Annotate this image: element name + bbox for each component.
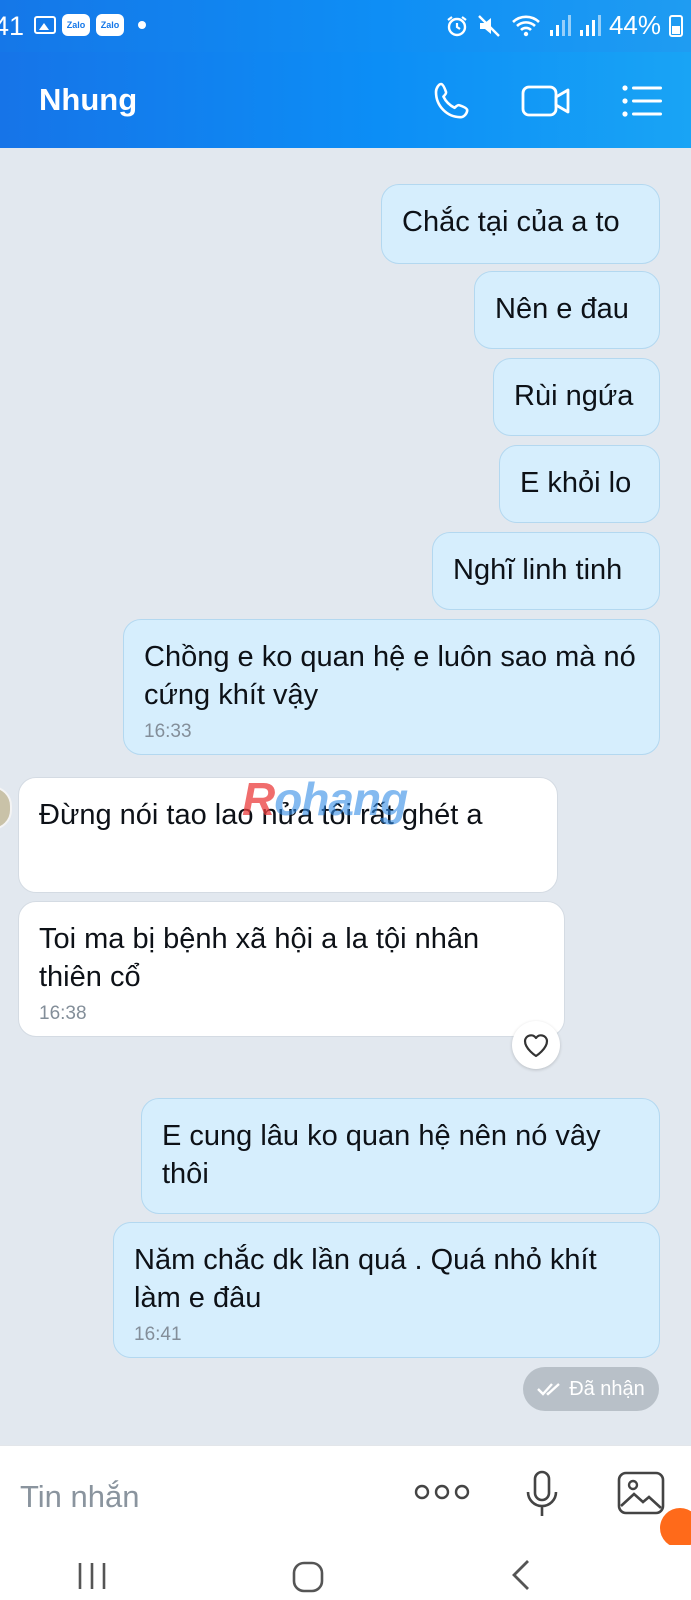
message-bubble-outgoing[interactable]: Nên e đau — [474, 271, 660, 349]
gallery-icon — [34, 16, 56, 34]
image-icon[interactable] — [616, 1470, 666, 1516]
back-icon[interactable] — [508, 1553, 536, 1593]
dot-icon — [138, 21, 146, 29]
message-text: Nghĩ linh tinh — [453, 554, 623, 586]
message-bubble-outgoing[interactable]: Rùi ngứa — [493, 358, 660, 436]
message-text: Năm chắc dk lần quá . Quá nhỏ khít làm e… — [134, 1244, 597, 1314]
system-navigation-bar — [0, 1545, 691, 1600]
message-bubble-incoming[interactable]: Toi ma bị bệnh xã hội a la tội nhân thiê… — [18, 901, 565, 1037]
heart-icon — [523, 1034, 549, 1058]
delivery-status-text: Đã nhận — [569, 1377, 645, 1400]
battery-percent: 44% — [608, 10, 661, 40]
avatar[interactable] — [0, 786, 12, 830]
message-text: E cung lâu ko quan hệ nên nó vây thôi — [162, 1120, 601, 1190]
notification-icons: Zalo Zalo — [34, 14, 146, 36]
menu-icon[interactable] — [619, 78, 665, 124]
message-text: Chắc tại của a to — [402, 206, 620, 238]
message-text: Nên e đau — [495, 293, 629, 325]
double-check-icon — [537, 1383, 560, 1396]
zalo-icon: Zalo — [96, 14, 124, 36]
mute-icon — [478, 14, 500, 37]
message-text: Chồng e ko quan hệ e luôn sao mà nó cứng… — [144, 641, 636, 711]
message-text: Rùi ngứa — [514, 380, 634, 412]
zalo-icon: Zalo — [62, 14, 90, 36]
contact-name[interactable]: Nhung — [39, 82, 137, 118]
message-text: Toi ma bị bệnh xã hội a la tội nhân thiê… — [39, 923, 480, 993]
phone-icon[interactable] — [429, 78, 475, 124]
message-time: 16:33 — [144, 721, 192, 742]
signal-icon — [579, 14, 601, 36]
message-composer: Tin nhắn — [0, 1445, 691, 1546]
chat-header: Nhung — [0, 52, 691, 148]
message-bubble-outgoing[interactable]: E cung lâu ko quan hệ nên nó vây thôi — [141, 1098, 660, 1214]
reaction-heart-button[interactable] — [512, 1021, 560, 1069]
microphone-icon[interactable] — [524, 1470, 560, 1520]
message-input[interactable]: Tin nhắn — [20, 1479, 140, 1515]
watermark-logo: Rohang — [242, 773, 408, 825]
message-bubble-outgoing[interactable]: Năm chắc dk lần quá . Quá nhỏ khít làm e… — [113, 1222, 660, 1358]
message-time: 16:38 — [39, 1003, 87, 1024]
message-bubble-outgoing[interactable]: Chắc tại của a to — [381, 184, 660, 264]
message-bubble-outgoing[interactable]: Nghĩ linh tinh — [432, 532, 660, 610]
message-time: 16:41 — [134, 1324, 182, 1345]
battery-icon — [669, 14, 683, 37]
wifi-icon — [512, 15, 540, 36]
video-call-icon[interactable] — [520, 78, 572, 124]
more-options-icon[interactable] — [414, 1480, 470, 1504]
message-text: E khỏi lo — [520, 467, 632, 499]
message-bubble-outgoing[interactable]: E khỏi lo — [499, 445, 660, 523]
delivery-status-badge: Đã nhận — [523, 1367, 659, 1411]
message-bubble-outgoing[interactable]: Chồng e ko quan hệ e luôn sao mà nó cứng… — [123, 619, 660, 755]
status-bar: 41 Zalo Zalo 44% — [0, 0, 691, 52]
signal-icon — [549, 14, 571, 36]
home-icon[interactable] — [290, 1553, 326, 1593]
system-icons: 44% — [445, 10, 683, 41]
alarm-icon — [447, 15, 467, 36]
recent-apps-icon[interactable] — [76, 1553, 108, 1593]
status-time: 41 — [0, 11, 25, 41]
